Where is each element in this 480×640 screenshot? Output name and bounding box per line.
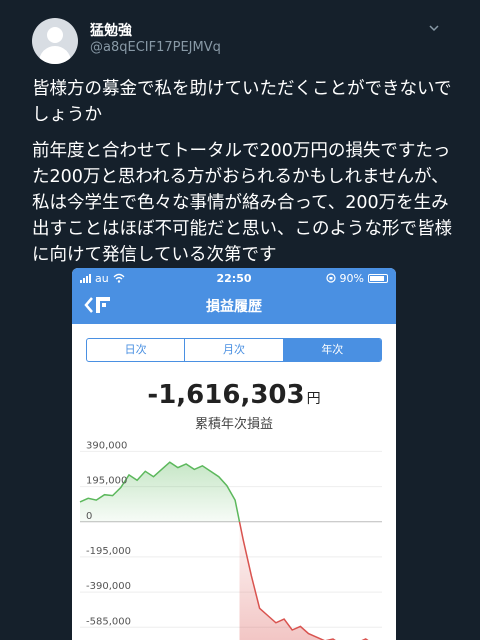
phone-status-bar: au 22:50 90%: [72, 268, 396, 288]
tweet-paragraph-1: 皆様方の募金で私を助けていただくことができないでしょうか: [32, 79, 452, 125]
tab-monthly[interactable]: 月次: [185, 339, 284, 361]
app-nav-bar: 損益履歴: [72, 288, 396, 324]
avatar[interactable]: [32, 18, 78, 64]
y-tick-label-4: -390,000: [86, 581, 131, 592]
amount-unit: 円: [306, 391, 321, 407]
display-name[interactable]: 猛勉強: [90, 20, 132, 40]
orientation-lock-icon: [325, 273, 336, 283]
total-profit-loss: -1,616,303 円: [72, 380, 396, 410]
tweet-text: 皆様方の募金で私を助けていただくことができないでしょうか 前年度と合わせてトータ…: [32, 76, 456, 278]
app-logo-icon: [96, 297, 110, 313]
y-tick-label-1: 195,000: [86, 476, 127, 487]
y-tick-label-3: -195,000: [86, 546, 131, 557]
negative-area: [239, 521, 368, 640]
period-segmented-control: 日次 月次 年次: [86, 338, 382, 362]
y-tick-label-5: -585,000: [86, 616, 131, 627]
battery-icon: [368, 273, 388, 283]
profit-loss-chart: 390,000 195,000 0 -195,000 -390,000 -585,000: [79, 440, 382, 640]
avatar-head: [47, 27, 63, 43]
tab-yearly[interactable]: 年次: [283, 339, 381, 361]
chevron-left-icon: [84, 297, 93, 313]
attached-screenshot[interactable]: au 22:50 90% 損益履歴 日次 月次 年次 -1,616,303 円 累…: [72, 268, 396, 640]
back-button[interactable]: [84, 296, 110, 314]
tab-daily[interactable]: 日次: [87, 339, 186, 361]
signal-icon: [80, 273, 91, 283]
wifi-icon: [113, 273, 125, 283]
carrier-indicator: au: [80, 272, 125, 285]
y-tick-label-0: 390,000: [86, 440, 127, 451]
screen-title: 損益履歴: [206, 299, 262, 315]
battery-percent: 90%: [339, 271, 364, 285]
avatar-body: [39, 46, 71, 64]
tweet-paragraph-2: 前年度と合わせてトータルで200万円の損失ですたった200万と思われる方がおられ…: [32, 141, 452, 265]
amount-value: -1,616,303: [147, 380, 305, 410]
chevron-down-icon[interactable]: [428, 22, 440, 34]
y-tick-label-2: 0: [86, 511, 92, 522]
user-handle[interactable]: @a8qECIF17PEJMVq: [90, 40, 221, 55]
amount-caption: 累積年次損益: [194, 417, 273, 432]
carrier-name: au: [95, 271, 109, 285]
